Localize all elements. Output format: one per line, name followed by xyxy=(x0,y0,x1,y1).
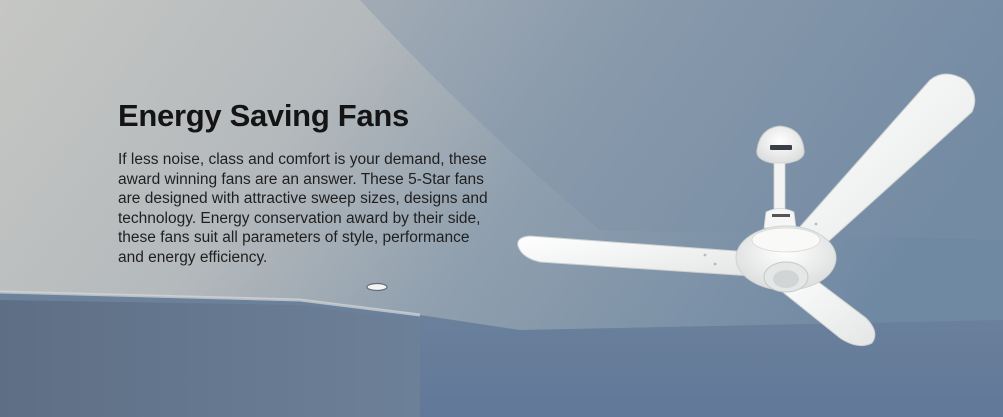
motor-logo xyxy=(772,214,790,217)
ceiling-fan-image xyxy=(517,73,976,347)
canopy-logo xyxy=(770,145,792,150)
hero-banner: Energy Saving Fans If less noise, class … xyxy=(0,0,1003,417)
